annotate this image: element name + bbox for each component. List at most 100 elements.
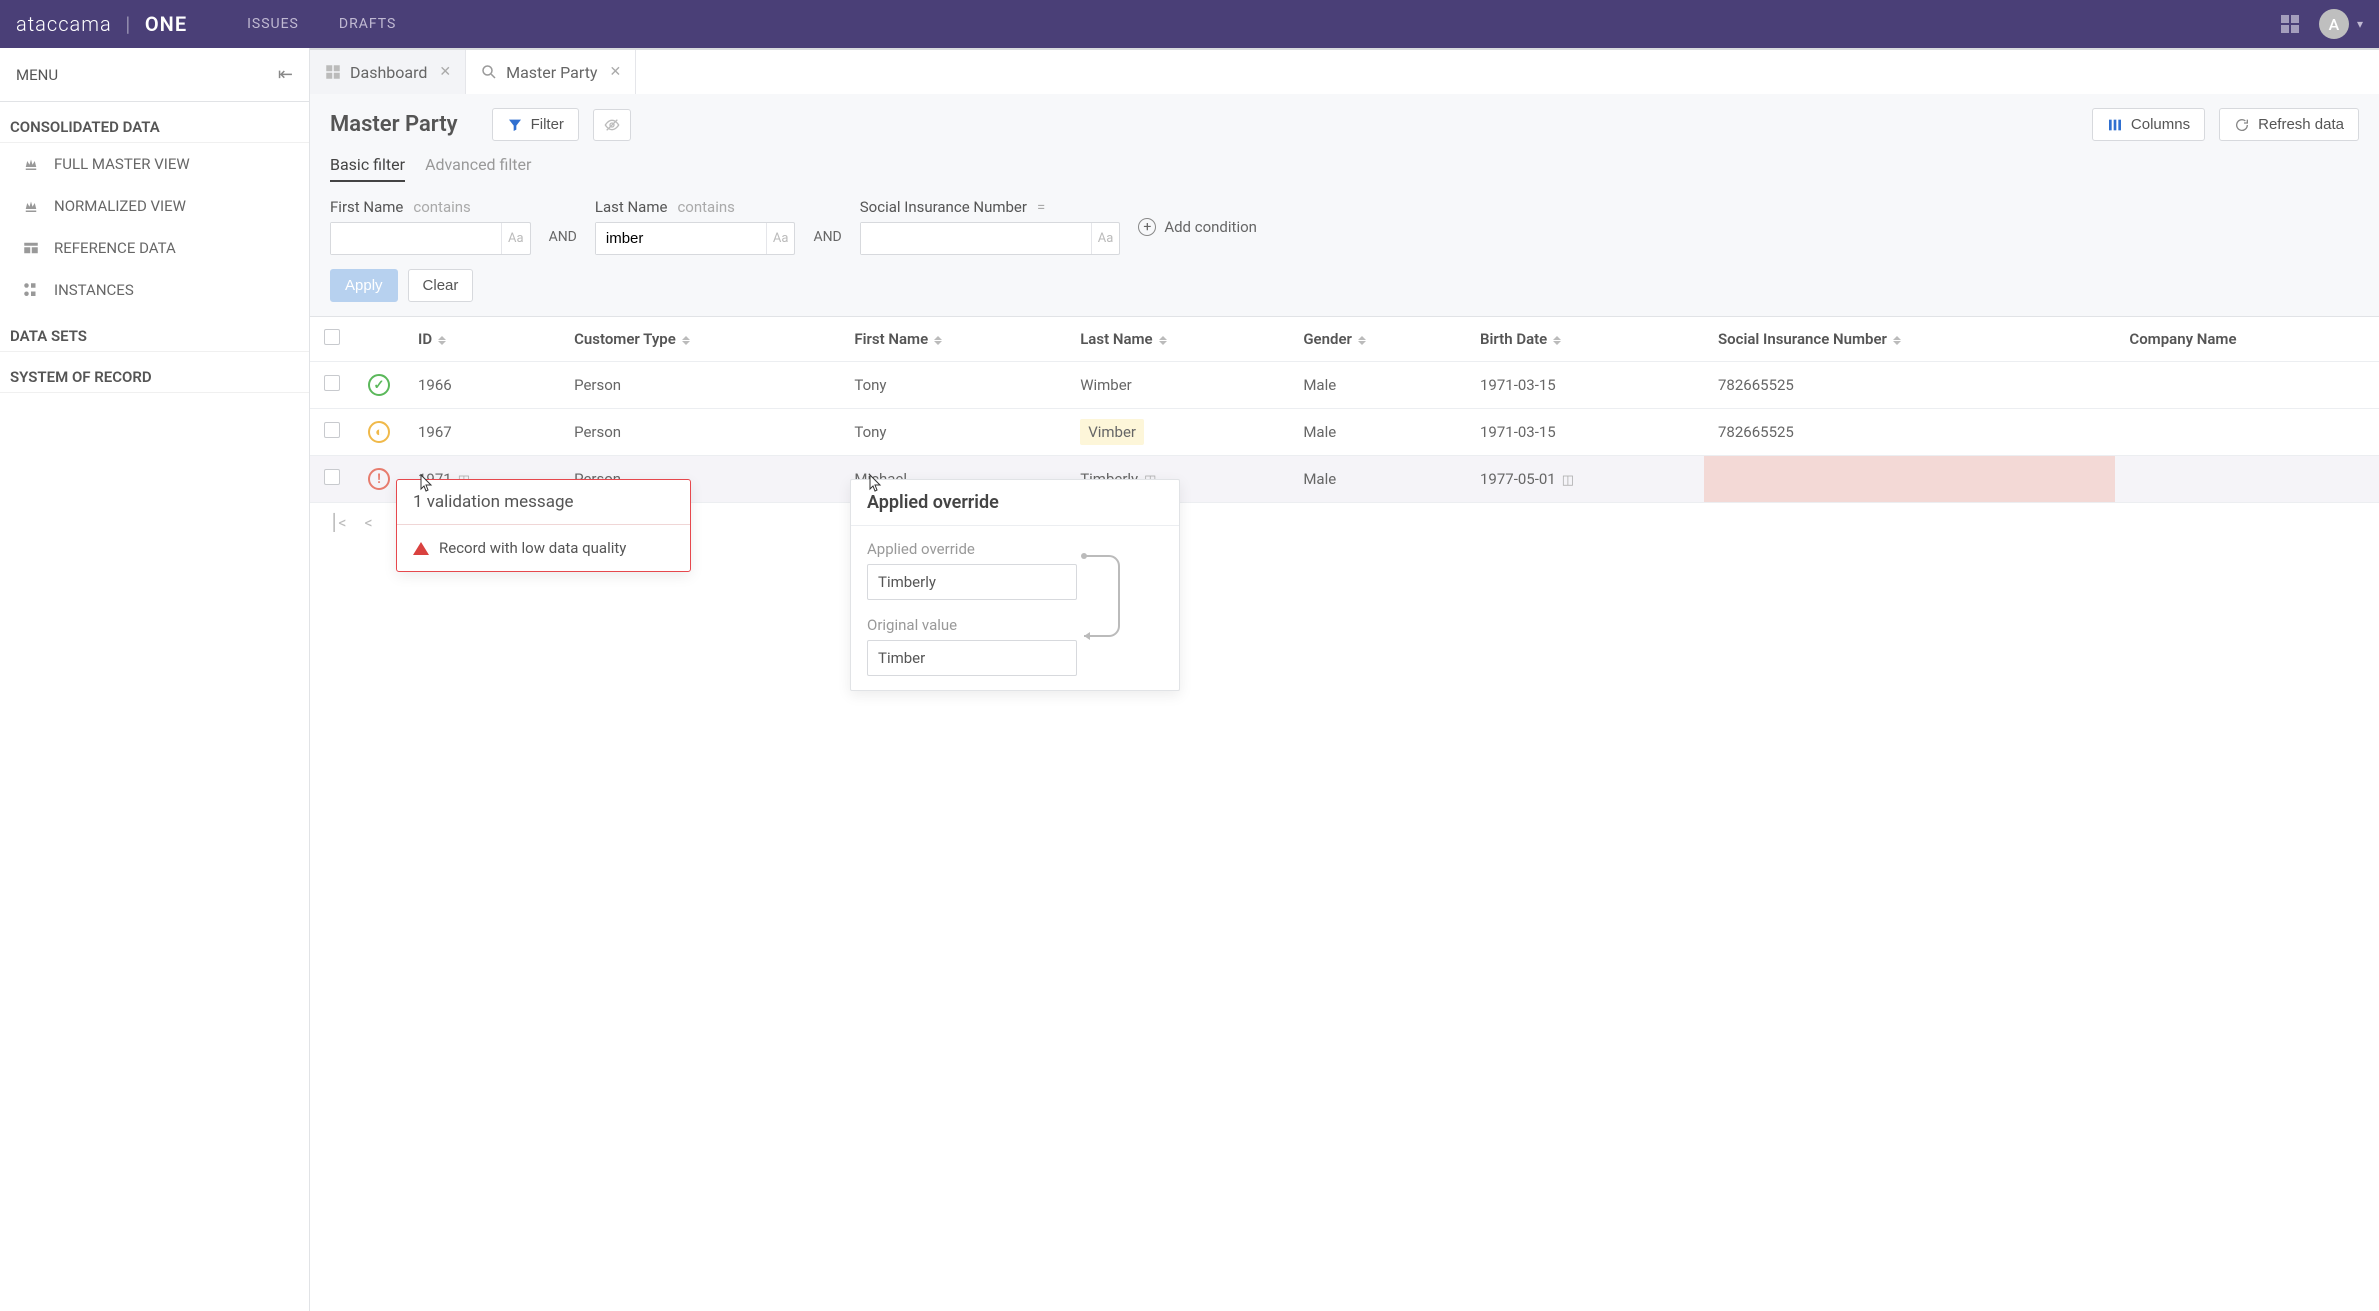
apps-icon[interactable] [2281, 15, 2299, 33]
popover-title: 1 validation message [397, 480, 690, 525]
col-id[interactable]: ID [404, 317, 560, 362]
sidebar: MENU ⇤ CONSOLIDATED DATA FULL MASTER VIE… [0, 48, 310, 1311]
filter-button[interactable]: Filter [492, 108, 579, 141]
col-sin[interactable]: Social Insurance Number [1704, 317, 2115, 362]
col-first-name[interactable]: First Name [840, 317, 1066, 362]
collapse-icon[interactable]: ⇤ [278, 64, 293, 85]
section-system[interactable]: SYSTEM OF RECORD [0, 352, 309, 393]
eye-off-icon [604, 117, 620, 133]
checkbox[interactable] [324, 422, 340, 438]
nav-drafts[interactable]: DRAFTS [339, 16, 396, 32]
tab-label: Master Party [506, 63, 597, 82]
tabs: Dashboard ✕ Master Party ✕ [310, 48, 2379, 94]
cell-birth-date: 1971-03-15 [1466, 409, 1704, 456]
col-label: Gender [1303, 330, 1352, 348]
visibility-button[interactable] [593, 109, 631, 141]
col-label: First Name [854, 330, 928, 348]
logo-brand: ataccama [16, 12, 112, 36]
applied-value: Timberly [867, 564, 1077, 600]
add-condition[interactable]: + Add condition [1138, 218, 1257, 236]
table-row[interactable]: ◐ 1967 Person Tony Vimber Male 1971-03-1… [310, 409, 2379, 456]
avatar[interactable]: A [2319, 9, 2349, 39]
section-datasets[interactable]: DATA SETS [0, 311, 309, 352]
select-all-header [310, 317, 354, 362]
status-icon: ! [368, 468, 390, 490]
sin-input[interactable] [861, 223, 1091, 254]
col-label: Company Name [2129, 330, 2236, 348]
and-label: AND [813, 229, 841, 255]
pager-prev[interactable]: < [364, 513, 372, 532]
refresh-button[interactable]: Refresh data [2219, 108, 2359, 141]
col-label: Customer Type [574, 330, 676, 348]
field-op: contains [413, 198, 470, 216]
status-header [354, 317, 404, 362]
status-icon: ✓ [368, 374, 390, 396]
sidebar-item-reference[interactable]: REFERENCE DATA [0, 227, 309, 269]
status-icon: ◐ [368, 421, 390, 443]
sidebar-item-label: INSTANCES [54, 281, 134, 299]
advanced-filter-tab[interactable]: Advanced filter [425, 155, 531, 182]
col-gender[interactable]: Gender [1289, 317, 1466, 362]
menu-label: MENU [16, 66, 58, 84]
filter-sin: Social Insurance Number = Aa [860, 198, 1121, 255]
pager-first[interactable]: ⎮< [330, 513, 346, 532]
sidebar-item-label: NORMALIZED VIEW [54, 197, 186, 215]
tab-master-party[interactable]: Master Party ✕ [466, 50, 636, 94]
button-label: Filter [531, 116, 564, 133]
cell-first-name: Tony [840, 362, 1066, 409]
apply-button[interactable]: Apply [330, 269, 398, 302]
last-name-input[interactable] [596, 223, 766, 254]
chevron-down-icon[interactable]: ▾ [2357, 17, 2363, 31]
row-select [310, 409, 354, 456]
sidebar-item-full-master[interactable]: FULL MASTER VIEW [0, 143, 309, 185]
data-table: ID Customer Type First Name Last Name Ge… [310, 317, 2379, 503]
override-popover: Applied override Applied override Timber… [850, 479, 1180, 691]
checkbox[interactable] [324, 469, 340, 485]
crown-icon [22, 155, 40, 173]
sidebar-item-instances[interactable]: INSTANCES [0, 269, 309, 311]
button-label: Columns [2131, 116, 2190, 133]
cell-birth-date: 1977-05-01◫ [1466, 456, 1704, 503]
col-customer-type[interactable]: Customer Type [560, 317, 840, 362]
case-toggle[interactable]: Aa [501, 223, 530, 254]
first-name-input[interactable] [331, 223, 501, 254]
columns-button[interactable]: Columns [2092, 108, 2205, 141]
cell-sin: 782665525 [1704, 362, 2115, 409]
col-company[interactable]: Company Name [2115, 317, 2379, 362]
field-op: = [1037, 198, 1045, 216]
dashboard-icon [324, 63, 342, 81]
close-icon[interactable]: ✕ [439, 64, 451, 80]
cell-last-name: Wimber [1066, 362, 1289, 409]
sidebar-item-normalized[interactable]: NORMALIZED VIEW [0, 185, 309, 227]
row-status: ◐ [354, 409, 404, 456]
tab-label: Dashboard [350, 63, 427, 82]
basic-filter-tab[interactable]: Basic filter [330, 155, 405, 182]
cell-first-name: Tony [840, 409, 1066, 456]
validation-popover: 1 validation message Record with low dat… [396, 479, 691, 572]
col-birth-date[interactable]: Birth Date [1466, 317, 1704, 362]
refresh-icon [2234, 117, 2250, 133]
nav-issues[interactable]: ISSUES [247, 16, 299, 32]
cell-company [2115, 362, 2379, 409]
override-icon: ◫ [1562, 473, 1574, 488]
page-title: Master Party [330, 112, 458, 137]
field-label: Social Insurance Number [860, 198, 1027, 216]
table-row[interactable]: ✓ 1966 Person Tony Wimber Male 1971-03-1… [310, 362, 2379, 409]
cell-company [2115, 456, 2379, 503]
tab-dashboard[interactable]: Dashboard ✕ [310, 50, 466, 94]
cell-gender: Male [1289, 362, 1466, 409]
add-condition-label: Add condition [1164, 218, 1257, 236]
checkbox[interactable] [324, 329, 340, 345]
col-last-name[interactable]: Last Name [1066, 317, 1289, 362]
cell-gender: Male [1289, 456, 1466, 503]
checkbox[interactable] [324, 375, 340, 391]
case-toggle[interactable]: Aa [1091, 223, 1120, 254]
case-toggle[interactable]: Aa [766, 223, 795, 254]
popover-title: Applied override [851, 480, 1179, 526]
field-op: contains [677, 198, 734, 216]
col-label: Last Name [1080, 330, 1152, 348]
cell-gender: Male [1289, 409, 1466, 456]
close-icon[interactable]: ✕ [610, 64, 622, 80]
cell-id: 1967 [404, 409, 560, 456]
clear-button[interactable]: Clear [408, 269, 474, 302]
